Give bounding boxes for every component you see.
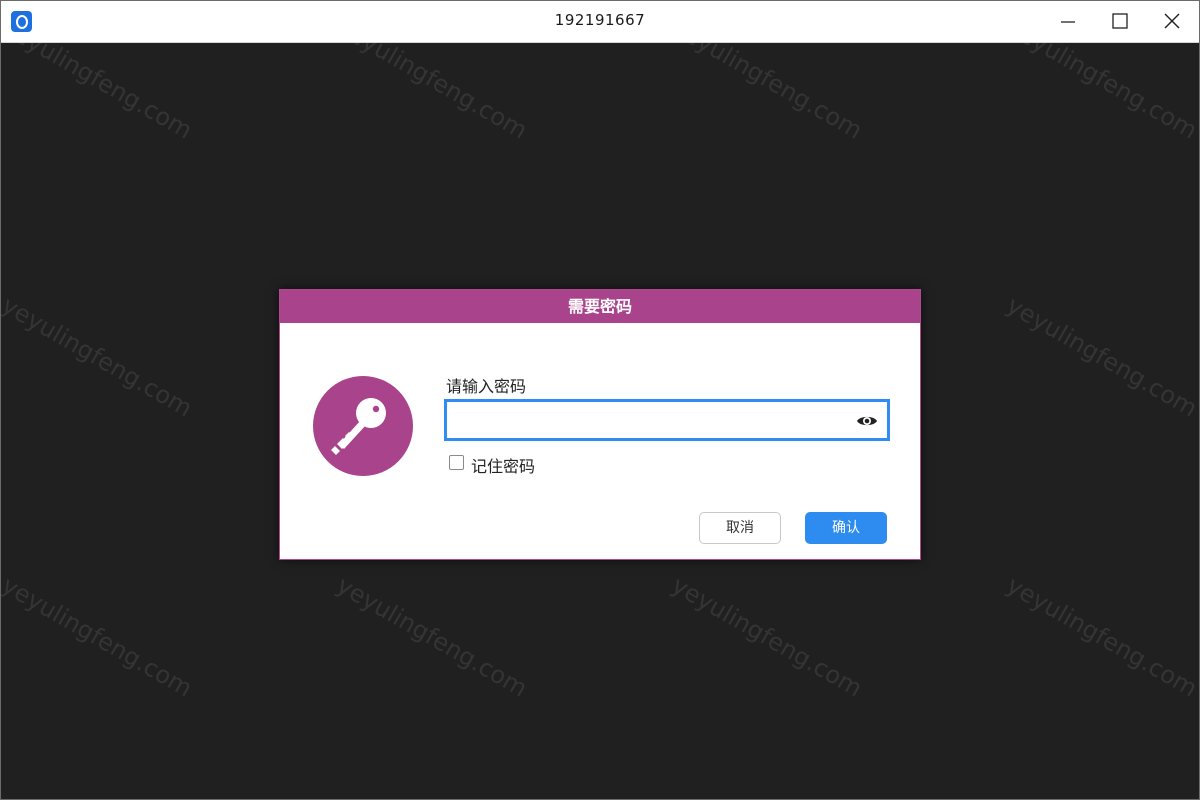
password-field[interactable] <box>444 399 890 441</box>
watermark: yeyulingfeng.com <box>1002 43 1199 145</box>
watermark: yeyulingfeng.com <box>1 43 197 145</box>
window-title: 192191667 <box>554 11 646 29</box>
dialog-title: 需要密码 <box>280 290 920 323</box>
watermark: yeyulingfeng.com <box>1 571 197 703</box>
eye-icon[interactable] <box>856 413 878 429</box>
cancel-button[interactable]: 取消 <box>699 512 781 544</box>
password-input[interactable] <box>453 406 847 438</box>
password-label: 请输入密码 <box>446 377 527 396</box>
watermark: yeyulingfeng.com <box>332 43 532 145</box>
minimize-icon <box>1061 21 1075 23</box>
watermark: yeyulingfeng.com <box>667 43 867 145</box>
minimize-button[interactable] <box>1041 1 1093 42</box>
password-dialog: 需要密码 请输入密码 记住密码 取消 确认 <box>279 289 921 560</box>
remember-password-label: 记住密码 <box>471 457 536 476</box>
title-bar[interactable]: 192191667 <box>1 1 1199 43</box>
key-icon <box>313 376 413 476</box>
watermark: yeyulingfeng.com <box>1002 291 1199 423</box>
app-window: 192191667 yeyulingfeng.com yeyulingfeng.… <box>0 0 1200 800</box>
watermark: yeyulingfeng.com <box>667 571 867 703</box>
watermark: yeyulingfeng.com <box>1 291 197 423</box>
close-icon <box>1164 13 1180 29</box>
maximize-icon <box>1112 13 1128 29</box>
checkbox-box[interactable] <box>449 455 464 470</box>
watermark: yeyulingfeng.com <box>332 571 532 703</box>
maximize-button[interactable] <box>1093 1 1145 42</box>
close-button[interactable] <box>1146 1 1198 42</box>
confirm-button[interactable]: 确认 <box>805 512 887 544</box>
watermark: yeyulingfeng.com <box>1002 571 1199 703</box>
